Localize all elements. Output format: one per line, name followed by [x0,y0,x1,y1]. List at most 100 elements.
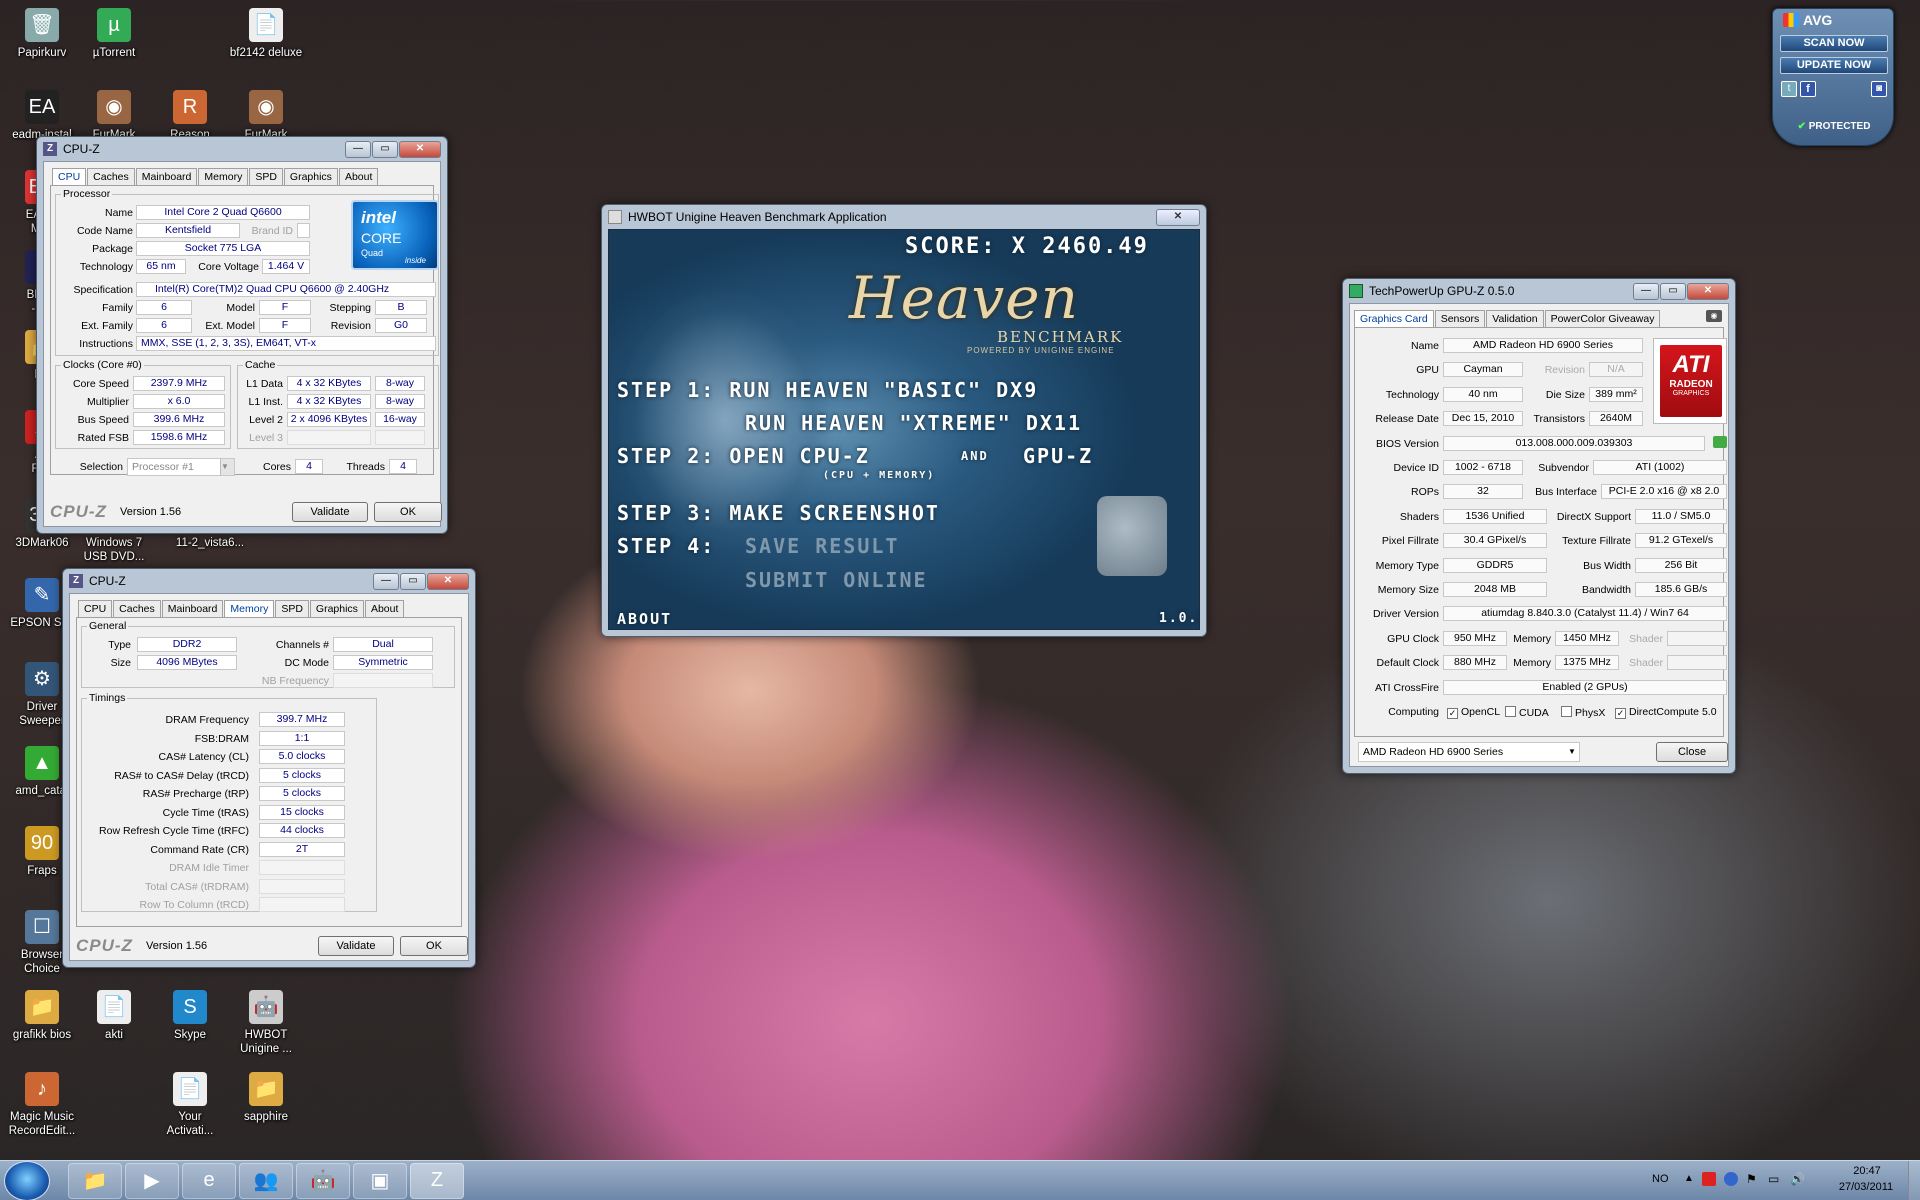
taskbar-heaven-icon[interactable]: 🤖 [296,1162,350,1199]
taskbar-media-player-icon[interactable]: ▶ [125,1162,179,1199]
tab-validation[interactable]: Validation [1486,310,1544,327]
dcomp-checkbox[interactable]: ✓ DirectCompute 5.0 [1615,706,1717,719]
maximize-button[interactable]: ▭ [400,572,426,590]
icon-akti[interactable]: 📄 akti [72,990,156,1042]
chevron-down-icon[interactable]: ▼ [1565,743,1579,761]
gpu-select[interactable]: AMD Radeon HD 6900 Series ▼ [1358,742,1580,762]
save-result-link[interactable]: SAVE RESULT [745,534,899,558]
step1-text[interactable]: STEP 1: RUN HEAVEN "BASIC" DX9 [617,378,1038,402]
ext-model-label: Ext. Model [205,320,255,332]
chevron-down-icon[interactable]: ▼ [220,459,234,475]
close-button[interactable]: ✕ [399,140,441,158]
checkbox-icon[interactable] [1505,706,1516,717]
twitter-icon[interactable]: t [1781,81,1797,97]
icon-bf2142[interactable]: 📄 bf2142 deluxe [224,8,308,60]
update-now-button[interactable]: UPDATE NOW [1780,57,1888,74]
tab-mainboard[interactable]: Mainboard [161,600,224,617]
physx-checkbox[interactable]: PhysX [1561,706,1605,719]
icon-furmark2[interactable]: ◉ FurMark [224,90,308,142]
desktop-icon-label: Browser Choice [20,949,64,975]
step2-text[interactable]: STEP 2: OPEN CPU-Z [617,444,870,468]
about-link[interactable]: ABOUT [617,610,672,628]
icon-reason[interactable]: R Reason [148,90,232,142]
tab-caches[interactable]: Caches [87,168,135,185]
checkbox-icon[interactable]: ✓ [1615,708,1626,719]
tab-powercolor-giveaway[interactable]: PowerColor Giveaway [1544,310,1661,327]
ok-button[interactable]: OK [400,936,468,956]
validate-button[interactable]: Validate [292,502,368,522]
camera-icon[interactable]: ◉ [1706,310,1722,322]
close-button[interactable]: ✕ [1156,208,1200,226]
taskbar-ie-icon[interactable]: e [182,1162,236,1199]
start-button[interactable] [4,1160,50,1200]
settings-icon[interactable]: ◙ [1871,81,1887,97]
checkbox-icon[interactable] [1561,706,1572,717]
level3-value [287,430,371,445]
tray-monitor-icon[interactable]: ▭ [1768,1172,1779,1186]
taskbar-gpuz-icon[interactable]: ▣ [353,1162,407,1199]
icon-magic-music[interactable]: ♪ Magic Music RecordEdit... [0,1072,84,1138]
tab-about[interactable]: About [364,600,405,617]
minimize-button[interactable]: — [373,572,399,590]
bios-save-icon[interactable] [1713,436,1727,448]
desktop-icon-label: Magic Music RecordEdit... [8,1111,76,1137]
step2-gpuz[interactable]: GPU-Z [1023,444,1093,468]
icon-sapphire[interactable]: 📁 sapphire [224,1072,308,1124]
tray-up-arrow-icon[interactable]: ▲ [1684,1173,1694,1184]
opencl-checkbox[interactable]: ✓ OpenCL [1447,706,1500,719]
submit-online-link[interactable]: SUBMIT ONLINE [745,568,928,592]
tab-memory[interactable]: Memory [224,600,275,618]
close-button[interactable]: ✕ [1687,282,1729,300]
minimize-button[interactable]: — [345,140,371,158]
tray-flag-icon[interactable]: ⚑ [1746,1172,1757,1186]
icon-skype[interactable]: S Skype [148,990,232,1042]
tab-mainboard[interactable]: Mainboard [135,168,198,185]
tab-memory[interactable]: Memory [198,168,249,185]
tab-graphics[interactable]: Graphics [283,168,338,185]
step3-text[interactable]: STEP 3: MAKE SCREENSHOT [617,501,940,525]
heaven-titlebar[interactable]: HWBOT Unigine Heaven Benchmark Applicati… [608,205,1200,229]
tab-sensors[interactable]: Sensors [1434,310,1486,327]
icon-furmark1[interactable]: ◉ FurMark [72,90,156,142]
tray-ati-icon[interactable] [1702,1172,1716,1186]
gpuz-titlebar[interactable]: TechPowerUp GPU-Z 0.5.0 — ▭ ✕ [1349,279,1729,303]
scan-now-button[interactable]: SCAN NOW [1780,35,1888,52]
icon-hwbot[interactable]: 🤖 HWBOT Unigine ... [224,990,308,1056]
close-gpuz-button[interactable]: Close [1656,742,1728,762]
cuda-checkbox[interactable]: CUDA [1505,706,1549,719]
icon-utorrent[interactable]: µ µTorrent [72,8,156,60]
facebook-icon[interactable]: f [1800,81,1816,97]
validate-button[interactable]: Validate [318,936,394,956]
cpuz-cpu-titlebar[interactable]: Z CPU-Z — ▭ ✕ [43,137,441,161]
tab-cpu[interactable]: CPU [78,600,113,617]
tab-spd[interactable]: SPD [249,168,283,185]
tab-spd[interactable]: SPD [275,600,309,617]
close-button[interactable]: ✕ [427,572,469,590]
tab-graphics[interactable]: Graphics [309,600,364,617]
clock-date[interactable]: 27/03/2011 [1832,1181,1900,1193]
show-desktop-button[interactable] [1908,1161,1920,1200]
tray-network-icon[interactable] [1724,1172,1738,1186]
checkbox-icon[interactable]: ✓ [1447,708,1458,719]
tab-cpu[interactable]: CPU [52,168,87,186]
tab-graphics-card[interactable]: Graphics Card [1354,310,1434,328]
minimize-button[interactable]: — [1633,282,1659,300]
taskbar-cpuz-icon[interactable]: Z [410,1162,464,1199]
maximize-button[interactable]: ▭ [372,140,398,158]
language-indicator[interactable]: NO [1652,1173,1669,1185]
cpu-panel: Processor Name Intel Core 2 Quad Q6600 C… [50,185,439,476]
taskbar-messenger-icon[interactable]: 👥 [239,1162,293,1199]
icon-your-activation[interactable]: 📄 Your Activati... [148,1072,232,1138]
ok-button[interactable]: OK [374,502,442,522]
icon-your-activation-image-icon: 📄 [173,1072,207,1106]
cpuz-mem-titlebar[interactable]: Z CPU-Z — ▭ ✕ [69,569,469,593]
taskbar-explorer-icon[interactable]: 📁 [68,1162,122,1199]
processor-select[interactable]: Processor #1 ▼ [127,458,235,476]
core-voltage-value: 1.464 V [262,259,310,274]
tab-caches[interactable]: Caches [113,600,161,617]
step1b-text[interactable]: RUN HEAVEN "XTREME" DX11 [745,411,1082,435]
clock-time[interactable]: 20:47 [1842,1165,1892,1177]
maximize-button[interactable]: ▭ [1660,282,1686,300]
tab-about[interactable]: About [338,168,379,185]
tray-volume-icon[interactable]: 🔊 [1790,1172,1805,1186]
